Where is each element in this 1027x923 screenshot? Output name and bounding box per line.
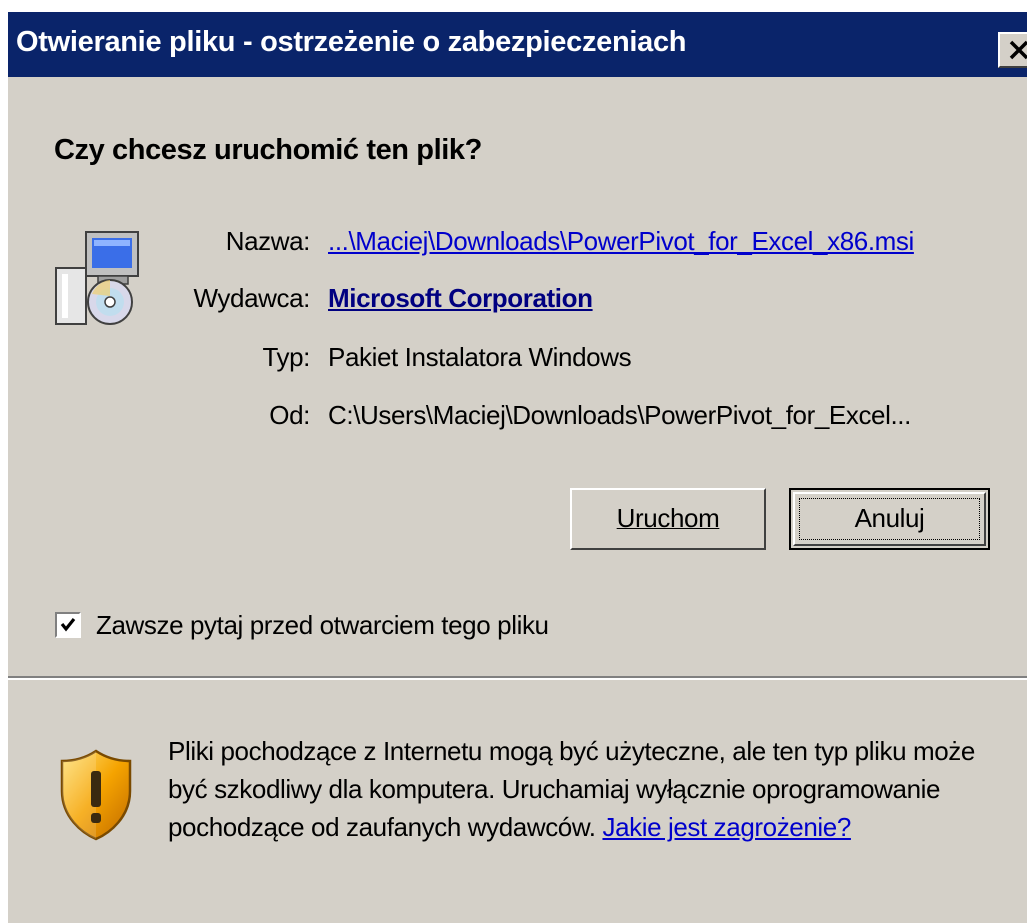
from-label: Od: <box>269 400 310 430</box>
close-button[interactable] <box>998 32 1027 68</box>
security-warning-dialog: Otwieranie pliku - ostrzeżenie o zabezpi… <box>6 10 1027 923</box>
separator <box>8 676 1027 680</box>
msi-installer-icon <box>55 231 139 325</box>
always-ask-checkbox[interactable] <box>55 612 81 638</box>
warning-shield-icon <box>60 749 132 841</box>
publisher-link[interactable]: Microsoft Corporation <box>328 283 593 314</box>
warning-text: Pliki pochodzące z Internetu mogą być uż… <box>168 736 975 842</box>
type-value: Pakiet Instalatora Windows <box>328 342 632 372</box>
file-name-link[interactable]: ...\Maciej\Downloads\PowerPivot_for_Exce… <box>328 226 914 257</box>
type-label: Typ: <box>262 342 310 372</box>
cancel-button-label: Anuluj <box>854 503 925 533</box>
run-button[interactable]: Uruchom <box>570 488 766 550</box>
title-bar[interactable]: Otwieranie pliku - ostrzeżenie o zabezpi… <box>8 12 1027 77</box>
cancel-button[interactable]: Anuluj <box>789 488 990 550</box>
from-value: C:\Users\Maciej\Downloads\PowerPivot_for… <box>328 400 911 430</box>
run-button-label: Uruchom <box>616 503 720 533</box>
window-title: Otwieranie pliku - ostrzeżenie o zabezpi… <box>16 26 687 58</box>
check-icon <box>60 618 76 632</box>
risk-link[interactable]: Jakie jest zagrożenie? <box>602 812 851 842</box>
close-icon <box>1009 40 1027 60</box>
publisher-label: Wydawca: <box>193 283 311 313</box>
warning-message: Pliki pochodzące z Internetu mogą być uż… <box>168 732 988 846</box>
question-heading: Czy chcesz uruchomić ten plik? <box>54 134 482 166</box>
name-label: Nazwa: <box>225 226 311 256</box>
always-ask-label[interactable]: Zawsze pytaj przed otwarciem tego pliku <box>96 610 549 641</box>
